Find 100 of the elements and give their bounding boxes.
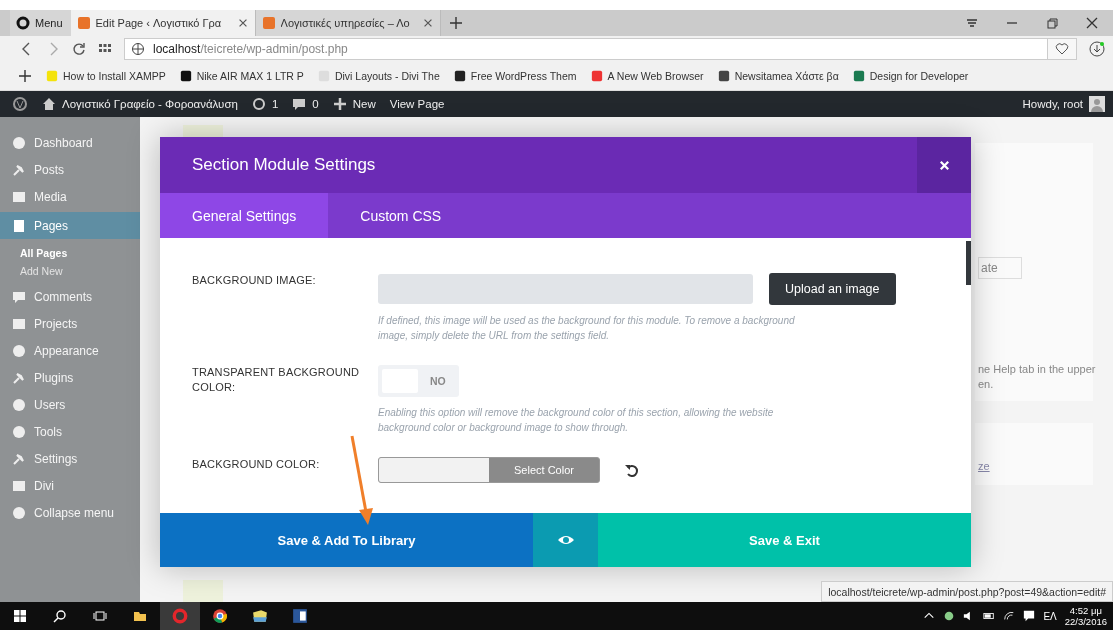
sidebar-item[interactable]: Divi [0, 472, 140, 499]
close-icon [937, 158, 951, 172]
dropdown[interactable]: ate [978, 257, 1022, 279]
bookmark[interactable]: Divi Layouts - Divi The [317, 70, 440, 82]
sidebar-item[interactable]: Dashboard [0, 129, 140, 156]
page-icon [12, 218, 26, 233]
bookmark[interactable]: Free WordPress Them [453, 70, 577, 82]
folder-icon [252, 608, 268, 624]
sidebar-item[interactable]: Users [0, 391, 140, 418]
browser-tab[interactable]: Edit Page ‹ Λογιστικό Γρα [70, 10, 256, 36]
circle-icon [12, 424, 26, 439]
submenu-item[interactable]: Add New [20, 265, 140, 277]
plus-icon [332, 97, 347, 111]
link[interactable]: ze [978, 460, 990, 472]
sidebar-item[interactable]: Tools [0, 418, 140, 445]
comments-link[interactable]: 0 [292, 97, 319, 111]
bookmark[interactable]: How to Install XAMPP [46, 70, 166, 82]
close-icon [1085, 16, 1099, 30]
sidebar-item[interactable]: Posts [0, 156, 140, 183]
field-label: BACKGROUND COLOR: [192, 457, 321, 472]
square-icon [12, 189, 26, 204]
preview-button[interactable] [533, 513, 598, 567]
field-label: TRANSPARENT BACKGROUND COLOR: [192, 365, 361, 395]
reload-icon [72, 42, 86, 56]
site-name-link[interactable]: Λογιστικό Γραφείο - Φοροανάλυση [42, 97, 238, 111]
bookmark-favicon-icon [717, 70, 730, 82]
sidebar-item[interactable]: Collapse menu [0, 499, 140, 526]
sidebar-item[interactable]: Projects [0, 310, 140, 337]
bookmark-favicon-icon [179, 70, 192, 82]
square-icon [12, 316, 26, 331]
wifi-icon [1003, 610, 1016, 622]
modal-title: Section Module Settings [192, 155, 377, 175]
save-add-to-library-button[interactable]: Save & Add To Library [160, 513, 533, 567]
clock[interactable]: 4:52 μμ 22/3/2016 [1064, 605, 1107, 627]
bookmark[interactable]: A New Web Browser [590, 70, 704, 82]
speech-bubble-icon [12, 289, 26, 304]
sidebar-item[interactable]: Media [0, 183, 140, 210]
menu-button[interactable]: Menu [10, 10, 71, 36]
toggle-switch[interactable]: NO [378, 365, 459, 397]
o-logo-icon [172, 608, 188, 624]
task-view-icon [93, 609, 107, 623]
settings-tab[interactable]: Custom CSS [328, 193, 474, 238]
bookmark[interactable]: Nike AIR MAX 1 LTR P [179, 70, 304, 82]
circle-icon [12, 135, 26, 150]
bookmark[interactable]: Design for Developer [852, 70, 969, 82]
submenu-item[interactable]: All Pages [20, 247, 140, 259]
avatar-icon [1089, 96, 1105, 112]
bookmark[interactable]: Newsitamea Χάστε βα [717, 70, 839, 82]
windows-logo-icon [13, 609, 27, 623]
note-block [183, 580, 223, 602]
howdy-text[interactable]: Howdy, root [1022, 98, 1083, 110]
heart-icon [1055, 42, 1069, 56]
settings-tab[interactable]: General Settings [160, 193, 329, 238]
restore-icon [1045, 16, 1059, 30]
view-page-link[interactable]: View Page [389, 98, 445, 110]
language-indicator[interactable]: ΕΛ [1043, 610, 1057, 622]
notification-icon [1023, 610, 1036, 622]
status-url: localhost/teicrete/wp-admin/post.php?post=49&action=edit# [821, 581, 1113, 602]
filter-icon [965, 16, 979, 30]
sidebar-item[interactable]: Pages [0, 212, 140, 239]
plus-icon [18, 69, 32, 83]
globe-icon [131, 42, 145, 56]
circle-icon [12, 397, 26, 412]
bookmark-favicon-icon [46, 70, 58, 82]
bookmark-favicon-icon [852, 70, 865, 82]
speech-bubble-icon [292, 97, 307, 111]
bookmark-favicon-icon [453, 70, 466, 82]
circle-icon [12, 505, 26, 520]
tray-app-icon [943, 610, 956, 622]
refresh-icon [251, 97, 266, 111]
help-text: en. [978, 377, 995, 392]
undo-icon [624, 463, 638, 477]
address-field[interactable]: localhost/teicrete/wp-admin/post.php [124, 38, 1048, 60]
folder-icon [133, 609, 147, 623]
bookmark-favicon-icon [590, 70, 603, 82]
square-icon [12, 478, 26, 493]
close-button[interactable] [917, 137, 971, 193]
circle-icon [12, 343, 26, 358]
new-link[interactable]: New [332, 97, 376, 111]
sidebar-item[interactable]: Settings [0, 445, 140, 472]
image-url-field[interactable] [378, 274, 753, 304]
plus-icon [448, 16, 463, 30]
word-logo-icon [292, 608, 308, 624]
home-icon [42, 97, 56, 111]
tab-favicon-icon [261, 16, 276, 30]
sidebar-item[interactable]: Plugins [0, 364, 140, 391]
battery-icon [983, 610, 996, 622]
sidebar-item[interactable]: Appearance [0, 337, 140, 364]
field-label: BACKGROUND IMAGE: [192, 273, 317, 288]
updates-link[interactable]: 1 [251, 97, 279, 111]
upload-button[interactable]: Upload an image [769, 273, 896, 305]
o-logo-icon [16, 16, 30, 30]
help-text: ne Help tab in the upper [978, 362, 1096, 377]
help-text: Enabling this option will remove the background color of this section, allowing the website background color or background image to show through. [378, 406, 775, 435]
tab-favicon-icon [76, 16, 91, 30]
sidebar-item[interactable]: Comments [0, 283, 140, 310]
browser-tab[interactable]: Λογιστικές υπηρεσίες – Λο [255, 10, 441, 36]
select-color-button[interactable]: Select Color [378, 457, 600, 483]
scrollbar[interactable] [966, 241, 971, 285]
search-icon [53, 609, 67, 623]
